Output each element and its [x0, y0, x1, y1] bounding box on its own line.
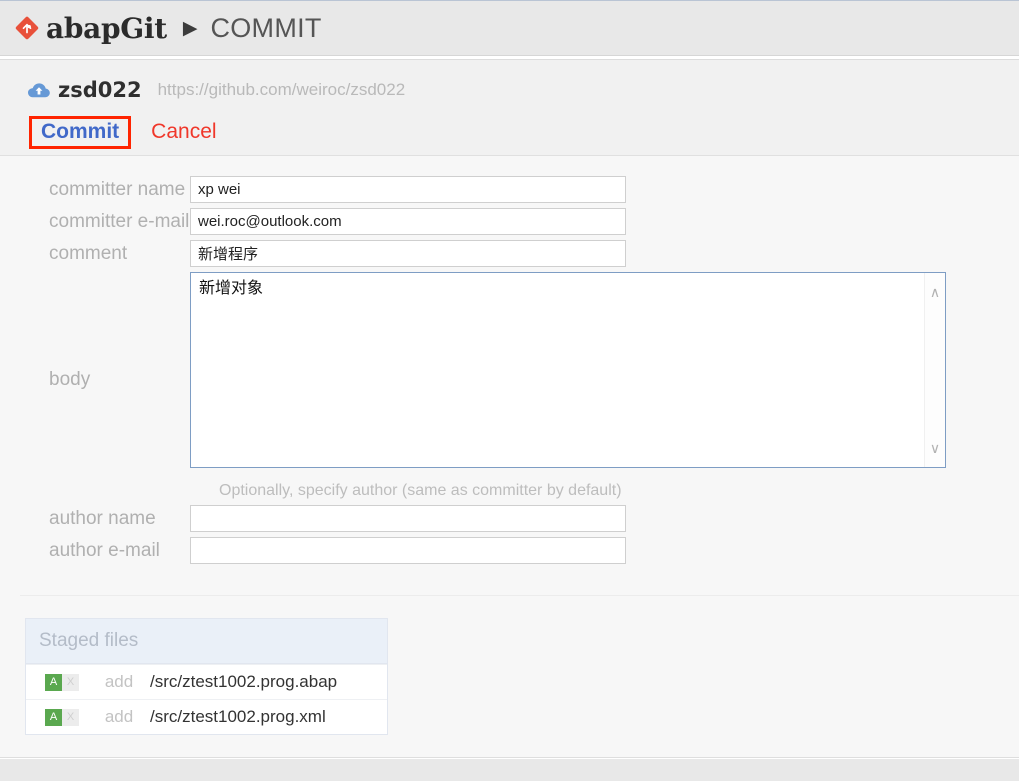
body-label: body [49, 369, 91, 390]
repo-summary: zsd022 https://github.com/weiroc/zsd022 [0, 78, 1019, 102]
author-hint-text: Optionally, specify author (same as comm… [219, 482, 622, 499]
body-textarea-wrapper: 新增对象 ∧ ∨ [190, 272, 946, 468]
form-row-comment: comment [20, 240, 1019, 267]
abapgit-logo-icon [15, 16, 39, 40]
table-row[interactable]: A X add /src/ztest1002.prog.abap [26, 664, 387, 699]
app-header: abapGit ▶ COMMIT [0, 0, 1019, 56]
repo-name: zsd022 [58, 78, 142, 102]
table-row[interactable]: A X add /src/ztest1002.prog.xml [26, 699, 387, 734]
content-area: committer name committer e-mail comment … [0, 156, 1019, 758]
breadcrumb-arrow-icon: ▶ [182, 17, 198, 39]
form-row-author-email: author e-mail [20, 537, 1019, 564]
commit-highlight-box: Commit [29, 115, 132, 149]
staged-file-path[interactable]: /src/ztest1002.prog.xml [150, 707, 326, 727]
remove-flag-icon[interactable]: X [62, 708, 79, 726]
form-row-author-name: author name [20, 505, 1019, 532]
committer-email-label: committer e-mail [49, 211, 190, 232]
add-flag-icon[interactable]: A [45, 673, 62, 691]
staged-action-label: add [104, 672, 134, 691]
committer-email-input[interactable] [190, 208, 626, 235]
remove-flag-icon[interactable]: X [62, 673, 79, 691]
staged-files-title: Staged files [26, 619, 387, 664]
comment-label: comment [49, 243, 128, 264]
app-brand: abapGit [46, 11, 167, 45]
status-badge-group: A X [45, 708, 79, 726]
form-row-committer-name: committer name [20, 176, 1019, 203]
staged-files-panel: Staged files A X add /src/ztest1002.prog… [25, 618, 388, 735]
commit-form: committer name committer e-mail comment … [20, 156, 1019, 596]
page-footer [0, 758, 1019, 781]
body-scrollbar[interactable]: ∧ ∨ [924, 273, 945, 467]
author-name-label: author name [49, 508, 156, 529]
committer-name-label: committer name [49, 179, 186, 200]
repo-actions: Commit Cancel [0, 109, 1019, 155]
author-email-label: author e-mail [49, 540, 160, 561]
form-row-committer-email: committer e-mail [20, 208, 1019, 235]
staged-file-path[interactable]: /src/ztest1002.prog.abap [150, 672, 337, 692]
chevron-down-icon[interactable]: ∨ [925, 441, 945, 455]
staged-action-label: add [104, 707, 134, 726]
chevron-up-icon[interactable]: ∧ [925, 285, 945, 299]
page-title: COMMIT [210, 12, 322, 43]
author-name-input[interactable] [190, 505, 626, 532]
cloud-upload-icon [28, 83, 50, 98]
repo-panel: zsd022 https://github.com/weiroc/zsd022 … [0, 60, 1019, 156]
cancel-button[interactable]: Cancel [151, 120, 216, 144]
status-badge-group: A X [45, 673, 79, 691]
comment-input[interactable] [190, 240, 626, 267]
form-row-body: body 新增对象 ∧ ∨ [20, 272, 1019, 468]
author-email-input[interactable] [190, 537, 626, 564]
add-flag-icon[interactable]: A [45, 708, 62, 726]
committer-name-input[interactable] [190, 176, 626, 203]
repo-url[interactable]: https://github.com/weiroc/zsd022 [158, 80, 406, 100]
body-textarea[interactable]: 新增对象 [191, 273, 926, 467]
commit-button[interactable]: Commit [41, 120, 119, 143]
